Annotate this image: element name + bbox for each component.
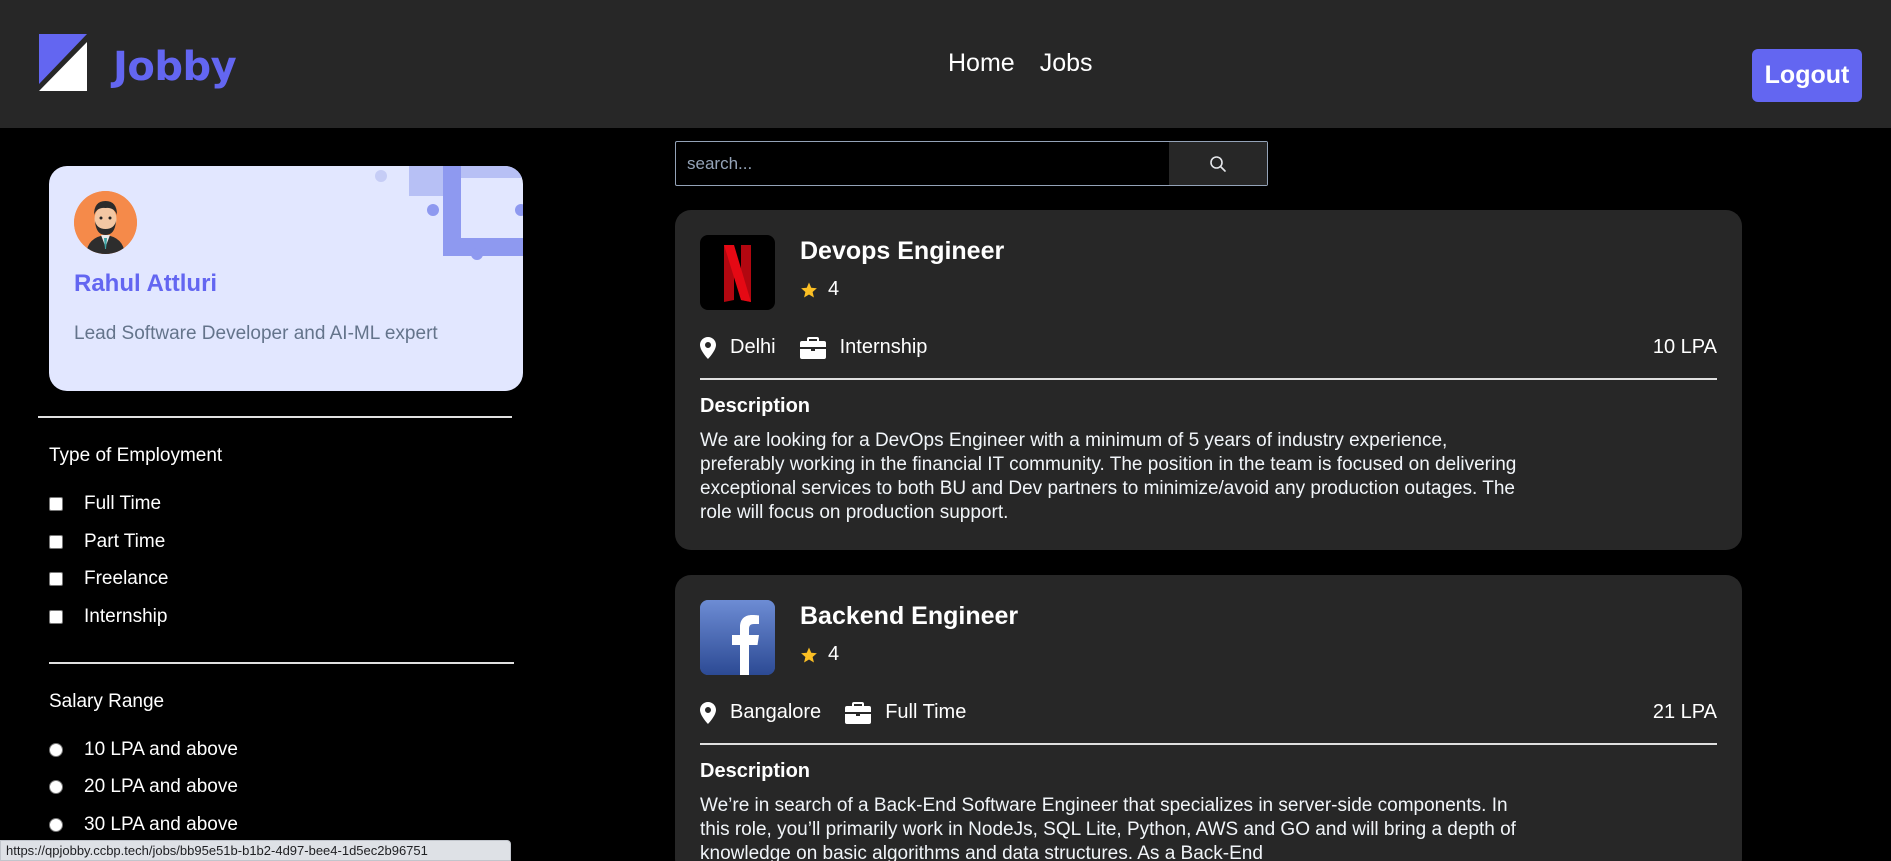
star-icon [801, 282, 817, 297]
netflix-logo-icon [700, 235, 775, 310]
job-location: Bangalore [730, 701, 822, 723]
full-time-label[interactable]: Full Time [84, 493, 161, 515]
salary-30-label[interactable]: 30 LPA and above [84, 814, 238, 836]
description-heading: Description [700, 395, 811, 417]
facebook-logo-icon [700, 600, 775, 675]
employment-option-freelance[interactable]: Freelance [49, 568, 169, 590]
salary-10-label[interactable]: 10 LPA and above [84, 739, 238, 761]
job-package: 21 LPA [1652, 701, 1717, 723]
profile-bio: Lead Software Developer and AI-ML expert [74, 323, 438, 344]
link-preview-status-bar: https://qpjobby.ccbp.tech/jobs/bb95e51b-… [0, 840, 511, 861]
part-time-label[interactable]: Part Time [84, 531, 165, 553]
part-time-checkbox[interactable] [49, 535, 63, 549]
location-icon [700, 701, 716, 724]
briefcase-icon [799, 336, 826, 359]
salary-20-radio[interactable] [49, 780, 63, 794]
internship-label[interactable]: Internship [84, 606, 167, 628]
salary-option-20[interactable]: 20 LPA and above [49, 776, 238, 798]
internship-checkbox[interactable] [49, 610, 63, 624]
freelance-checkbox[interactable] [49, 572, 63, 586]
job-meta: Delhi Internship [700, 336, 951, 359]
jobby-logo-icon[interactable] [39, 34, 87, 91]
rating-value: 4 [828, 643, 840, 665]
employment-option-internship[interactable]: Internship [49, 606, 167, 628]
card-divider [700, 378, 1717, 380]
briefcase-icon [845, 701, 872, 724]
job-rating: 4 [800, 643, 839, 666]
avatar-person-icon [74, 191, 137, 254]
logout-button[interactable]: Logout [1752, 49, 1862, 102]
profile-name: Rahul Attluri [74, 270, 218, 297]
employment-type: Full Time [885, 701, 967, 723]
search-bar [675, 141, 1268, 186]
divider [38, 416, 512, 418]
job-meta: Bangalore Full Time [700, 701, 990, 724]
job-description: We’re in search of a Back-End Software E… [700, 795, 1516, 861]
avatar [74, 191, 137, 254]
job-location: Delhi [730, 336, 776, 358]
employment-option-full-time[interactable]: Full Time [49, 493, 161, 515]
salary-filter-title: Salary Range [49, 691, 165, 712]
star-icon [801, 647, 817, 662]
job-card[interactable]: Backend Engineer 4 Bangalore Full Time 2… [675, 575, 1742, 861]
nav-home-link[interactable]: Home [948, 49, 1015, 78]
salary-option-10[interactable]: 10 LPA and above [49, 739, 238, 761]
search-button[interactable] [1169, 142, 1267, 185]
job-rating: 4 [800, 278, 839, 301]
employment-type: Internship [839, 336, 928, 358]
brand-name[interactable]: Jobby [113, 44, 237, 90]
nav-jobs-link[interactable]: Jobs [1040, 49, 1093, 78]
card-divider [700, 743, 1717, 745]
main-nav: Home Jobs [948, 49, 1093, 78]
description-heading: Description [700, 760, 811, 782]
job-description: We are looking for a DevOps Engineer wit… [700, 430, 1517, 523]
profile-background-decoration [375, 166, 523, 260]
salary-30-radio[interactable] [49, 818, 63, 832]
job-title: Backend Engineer [800, 602, 1019, 630]
profile-card: Rahul Attluri Lead Software Developer an… [49, 166, 523, 391]
rating-value: 4 [828, 278, 840, 300]
job-package: 10 LPA [1652, 336, 1717, 358]
location-icon [700, 336, 716, 359]
search-input[interactable] [676, 142, 1169, 185]
freelance-label[interactable]: Freelance [84, 568, 169, 590]
full-time-checkbox[interactable] [49, 497, 63, 511]
job-title: Devops Engineer [800, 237, 1005, 265]
app-header: Jobby Home Jobs Logout [0, 0, 1891, 128]
employment-filter-title: Type of Employment [49, 445, 223, 466]
salary-10-radio[interactable] [49, 743, 63, 757]
salary-20-label[interactable]: 20 LPA and above [84, 776, 238, 798]
employment-option-part-time[interactable]: Part Time [49, 531, 165, 553]
divider [49, 662, 514, 664]
job-card[interactable]: Devops Engineer 4 Delhi Internship 10 LP… [675, 210, 1742, 550]
search-icon [1210, 155, 1226, 172]
salary-option-30[interactable]: 30 LPA and above [49, 814, 238, 836]
